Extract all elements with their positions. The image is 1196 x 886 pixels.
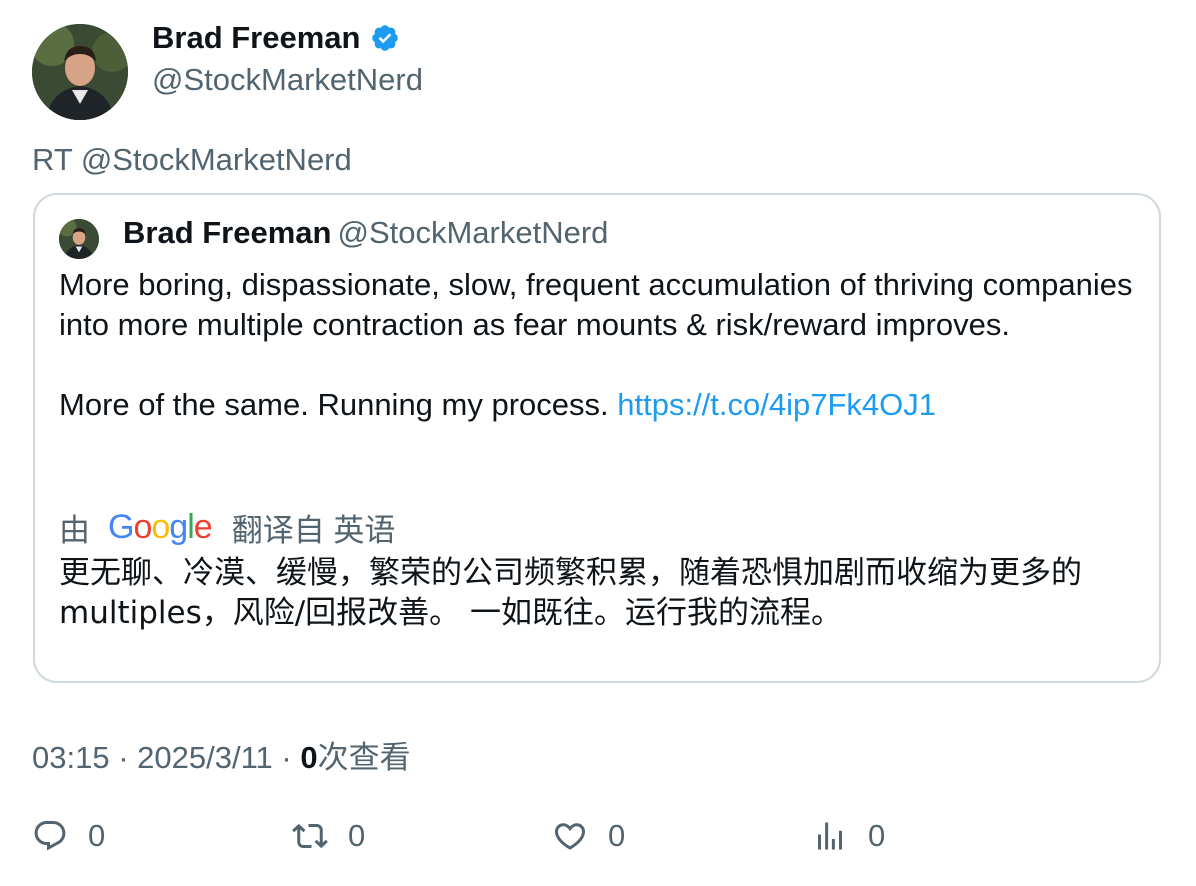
author-name-row: Brad Freeman xyxy=(152,20,400,56)
author-avatar[interactable] xyxy=(32,24,128,120)
tweet-time[interactable]: 03:15 xyxy=(32,740,110,775)
retweet-line: RT @StockMarketNerd xyxy=(32,142,352,177)
quoted-tweet-header: Brad Freeman @StockMarketNerd xyxy=(123,215,608,251)
views-count: 0 xyxy=(300,740,318,775)
tweet-date[interactable]: 2025/3/11 xyxy=(137,740,273,775)
meta-separator: · xyxy=(281,740,292,775)
views-icon xyxy=(818,822,842,850)
like-button[interactable]: 0 xyxy=(552,818,625,854)
tweet-meta: 03:15 · 2025/3/11 · 0次查看 xyxy=(32,732,411,777)
retweet-count: 0 xyxy=(348,818,366,853)
translation-suffix: 翻译自 英语 xyxy=(231,513,396,548)
translation-attribution: 由 Google 翻译自 英语 xyxy=(59,505,395,550)
author-handle[interactable]: @StockMarketNerd xyxy=(152,62,423,98)
reply-icon xyxy=(34,821,66,851)
quoted-avatar-image xyxy=(59,219,99,259)
views-action-count: 0 xyxy=(868,818,886,853)
retweet-icon xyxy=(292,823,328,849)
reply-button[interactable]: 0 xyxy=(32,818,105,854)
views-label: 次查看 xyxy=(317,740,411,775)
quoted-paragraph-2-text: More of the same. Running my process. xyxy=(59,387,618,422)
quoted-author-name[interactable]: Brad Freeman xyxy=(123,215,331,250)
like-count: 0 xyxy=(608,818,626,853)
reply-count: 0 xyxy=(88,818,106,853)
author-name[interactable]: Brad Freeman xyxy=(152,20,360,56)
quoted-paragraph-1: More boring, dispassionate, slow, freque… xyxy=(59,267,1133,342)
retweet-button[interactable]: 0 xyxy=(292,818,365,854)
quoted-tweet-card[interactable]: Brad Freeman @StockMarketNerd More boring… xyxy=(33,193,1161,683)
quoted-author-handle[interactable]: @StockMarketNerd xyxy=(337,215,608,250)
translated-text: 更无聊、冷漠、缓慢，繁荣的公司频繁积累，随着恐惧加剧而收缩为更多的multipl… xyxy=(59,555,1082,631)
quoted-paragraph-2: More of the same. Running my process. ht… xyxy=(59,385,1139,425)
quoted-author-avatar[interactable] xyxy=(59,219,99,259)
tweet-link[interactable]: https://t.co/4ip7Fk4OJ1 xyxy=(617,387,936,422)
verified-badge-icon xyxy=(372,25,399,51)
like-icon xyxy=(554,823,586,850)
action-bar: 0 0 0 0 xyxy=(32,818,1162,862)
google-logo[interactable]: Google xyxy=(108,508,213,547)
quoted-tweet-text: More boring, dispassionate, slow, freque… xyxy=(59,265,1139,425)
meta-separator: · xyxy=(118,740,129,775)
translation-prefix: 由 xyxy=(59,513,90,548)
views-button[interactable]: 0 xyxy=(812,818,885,854)
avatar-image xyxy=(32,24,128,120)
